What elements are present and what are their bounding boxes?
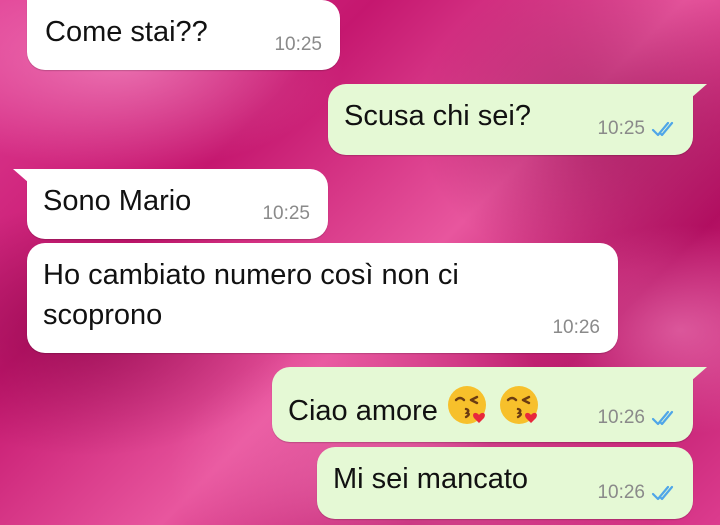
message-timestamp: 10:26 bbox=[552, 317, 600, 338]
message-timestamp: 10:25 bbox=[274, 34, 322, 55]
face-blowing-kiss-emoji bbox=[446, 386, 498, 427]
message-timestamp: 10:25 bbox=[597, 118, 679, 140]
message-bubble-incoming[interactable]: Sono Mario 10:25 bbox=[13, 169, 328, 239]
chat-conversation: Come stai?? 10:25 Scusa chi sei? 10:25 S… bbox=[0, 0, 720, 525]
bubble-tail bbox=[691, 367, 707, 381]
double-check-icon bbox=[651, 409, 679, 427]
message-text: Ciao amore bbox=[288, 384, 542, 430]
message-bubble-incoming[interactable]: Ho cambiato numero così non ci scoprono … bbox=[27, 243, 618, 353]
message-text-line-1: Ho cambiato numero così non ci bbox=[43, 259, 459, 291]
face-blowing-kiss-emoji bbox=[498, 386, 542, 427]
bubble-tail bbox=[13, 169, 29, 183]
message-text-line-2: scoprono bbox=[43, 299, 163, 331]
double-check-icon bbox=[651, 484, 679, 502]
message-bubble-outgoing[interactable]: Ciao amore 10:26 bbox=[272, 367, 707, 442]
bubble-tail bbox=[691, 84, 707, 98]
message-text: Mi sei mancato bbox=[333, 463, 529, 495]
message-text: Come stai?? bbox=[45, 16, 208, 48]
message-timestamp: 10:26 bbox=[597, 407, 679, 429]
message-text: Sono Mario bbox=[43, 185, 192, 217]
message-bubble-outgoing[interactable]: Mi sei mancato 10:26 bbox=[317, 447, 693, 519]
message-timestamp: 10:25 bbox=[262, 203, 310, 224]
message-timestamp: 10:26 bbox=[597, 482, 679, 504]
double-check-icon bbox=[651, 120, 679, 138]
message-text: Scusa chi sei? bbox=[344, 100, 531, 132]
message-bubble-incoming[interactable]: Come stai?? 10:25 bbox=[27, 0, 340, 70]
message-bubble-outgoing[interactable]: Scusa chi sei? 10:25 bbox=[328, 84, 707, 155]
